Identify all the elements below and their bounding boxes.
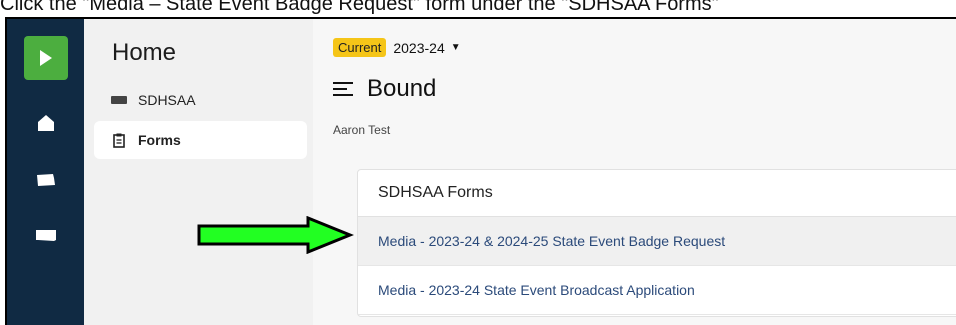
instruction-caption: Click the "Media – State Event Badge Req… (0, 0, 719, 15)
nav-title: Home (112, 39, 177, 66)
forms-heading: SDHSAA Forms (358, 170, 956, 217)
rail-home[interactable] (33, 112, 59, 134)
pointer-arrow-icon (197, 216, 354, 254)
nav-item-label: Forms (138, 132, 181, 148)
menu-icon[interactable] (333, 82, 353, 96)
form-link-badge-request[interactable]: Media - 2023-24 & 2024-25 State Event Ba… (358, 217, 956, 266)
clipboard-icon (110, 132, 128, 148)
left-rail (7, 19, 84, 325)
play-icon (40, 50, 52, 66)
state-map-icon (37, 174, 55, 186)
nav-item-label: SDHSAA (138, 92, 196, 108)
association-icon (110, 92, 128, 108)
caret-down-icon: ▼ (450, 42, 461, 53)
secondary-nav: Home SDHSAA Forms (84, 19, 313, 325)
season-selector[interactable]: Current 2023-24 ▼ (333, 38, 461, 57)
page-title: Bound (333, 75, 436, 103)
rail-association[interactable] (33, 224, 59, 246)
season-value: 2023-24 (393, 39, 445, 56)
main-content: Current 2023-24 ▼ Bound Aaron Test SDHSA… (313, 19, 956, 325)
nav-item-forms[interactable]: Forms (94, 121, 307, 159)
user-name: Aaron Test (333, 123, 391, 137)
app-logo[interactable] (24, 36, 68, 80)
nav-item-sdhsaa[interactable]: SDHSAA (94, 81, 307, 119)
app-window: Home SDHSAA Forms Current 2023-24 ▼ Boun… (5, 17, 956, 325)
home-icon (38, 115, 54, 131)
forms-card: SDHSAA Forms Media - 2023-24 & 2024-25 S… (357, 169, 956, 317)
rail-state[interactable] (33, 169, 59, 191)
state-outline-icon (36, 230, 56, 241)
form-link-broadcast-application[interactable]: Media - 2023-24 State Event Broadcast Ap… (358, 266, 956, 315)
page-title-text: Bound (367, 75, 437, 102)
current-badge: Current (333, 38, 387, 57)
